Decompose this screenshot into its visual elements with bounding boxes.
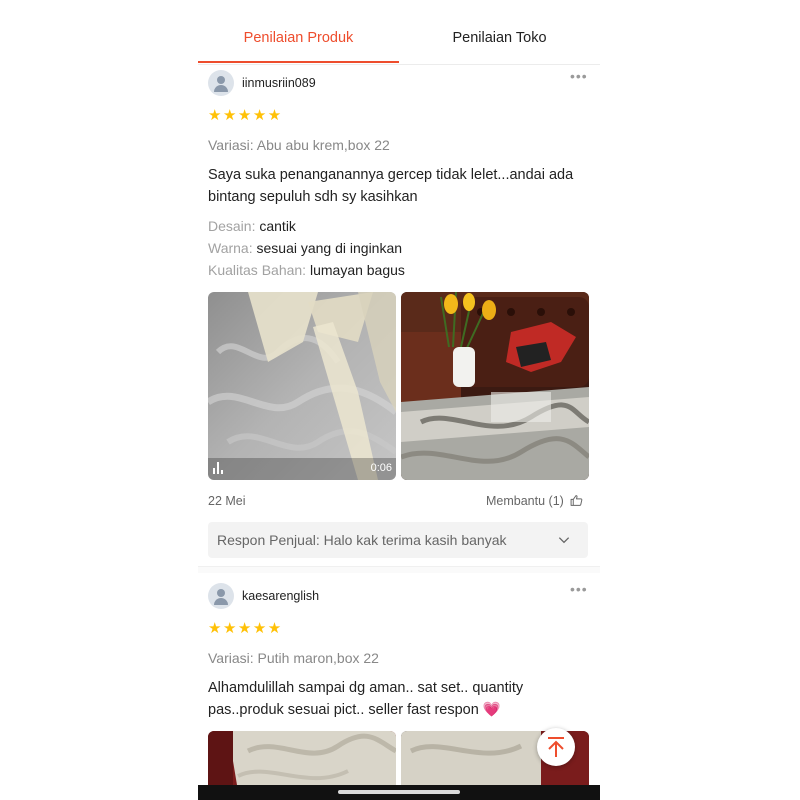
reviewer-username[interactable]: kaesarenglish bbox=[242, 589, 319, 603]
variant-text: Variasi: Putih maron,box 22 bbox=[208, 650, 379, 666]
tab-product-reviews[interactable]: Penilaian Produk bbox=[198, 0, 399, 62]
review-comment: Alhamdulillah sampai dg aman.. sat set..… bbox=[208, 677, 588, 721]
home-indicator[interactable] bbox=[338, 790, 460, 794]
attribute-label: Warna: bbox=[208, 240, 253, 256]
review-video-thumbnail[interactable]: 0:06 bbox=[208, 292, 396, 480]
review-photo-thumbnail[interactable] bbox=[208, 731, 396, 791]
attribute-label: Desain: bbox=[208, 218, 256, 234]
review-divider bbox=[198, 566, 600, 573]
user-avatar-icon[interactable] bbox=[208, 583, 234, 609]
reviews-screen: Penilaian Produk Penilaian Toko iinmusri… bbox=[198, 0, 600, 800]
attribute-color: Warna: sesuai yang di inginkan bbox=[208, 240, 402, 256]
attribute-value: cantik bbox=[259, 218, 296, 234]
attribute-value: sesuai yang di inginkan bbox=[256, 240, 403, 256]
active-tab-indicator bbox=[198, 61, 399, 63]
tab-shop-reviews[interactable]: Penilaian Toko bbox=[399, 0, 600, 62]
attribute-value: lumayan bagus bbox=[309, 262, 405, 278]
more-dots-icon[interactable]: ••• bbox=[570, 68, 588, 84]
star-rating: ★★★★★ bbox=[208, 620, 283, 637]
helpful-label: Membantu (1) bbox=[486, 494, 564, 508]
seller-response-text: Respon Penjual: Halo kak terima kasih ba… bbox=[217, 532, 507, 548]
star-rating: ★★★★★ bbox=[208, 107, 283, 124]
seller-response[interactable]: Respon Penjual: Halo kak terima kasih ba… bbox=[208, 522, 588, 558]
helpful-button[interactable]: Membantu (1) bbox=[486, 494, 583, 508]
user-avatar-icon[interactable] bbox=[208, 70, 234, 96]
reviewer-username[interactable]: iinmusriin089 bbox=[242, 76, 316, 90]
arrow-up-icon bbox=[548, 737, 564, 757]
more-dots-icon[interactable]: ••• bbox=[570, 581, 588, 597]
comment-text: Alhamdulillah sampai dg aman.. sat set..… bbox=[208, 680, 524, 718]
review-comment: Saya suka penanganannya gercep tidak lel… bbox=[208, 167, 574, 205]
variant-text: Variasi: Abu abu krem,box 22 bbox=[208, 137, 390, 153]
attribute-material: Kualitas Bahan: lumayan bagus bbox=[208, 262, 405, 278]
video-duration: 0:06 bbox=[370, 462, 392, 474]
attribute-design: Desain: cantik bbox=[208, 218, 296, 234]
review-date: 22 Mei bbox=[208, 494, 246, 508]
thumbs-up-icon bbox=[570, 495, 583, 506]
review-photo-thumbnail[interactable] bbox=[401, 292, 589, 480]
attribute-label: Kualitas Bahan: bbox=[208, 262, 307, 278]
scroll-to-top-button[interactable] bbox=[537, 728, 575, 766]
heart-emoji: 💗 bbox=[482, 702, 501, 718]
review-tabs: Penilaian Produk Penilaian Toko bbox=[198, 0, 600, 65]
video-bars-icon bbox=[213, 462, 227, 474]
chevron-down-icon[interactable] bbox=[557, 533, 571, 547]
